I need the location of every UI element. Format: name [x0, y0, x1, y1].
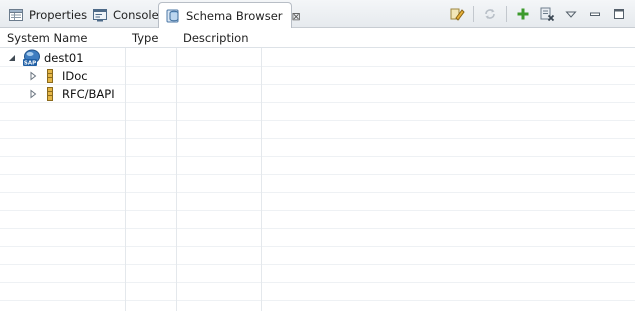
column-header-description[interactable]: Description	[176, 28, 261, 48]
grid-line	[0, 120, 635, 121]
remove-button[interactable]	[537, 4, 557, 24]
grid-line	[0, 210, 635, 211]
maximize-button[interactable]	[609, 4, 629, 24]
edit-connection-button[interactable]	[447, 4, 467, 24]
view-menu-button[interactable]	[561, 4, 581, 24]
tab-console-label: Console	[113, 8, 159, 22]
close-icon[interactable]: ⊠	[292, 11, 301, 22]
tree-label-dest01: dest01	[44, 51, 84, 65]
tab-schema-browser-label: Schema Browser	[186, 9, 283, 23]
add-icon	[517, 8, 529, 20]
tab-properties-label: Properties	[29, 8, 88, 22]
maximize-icon	[614, 9, 624, 19]
collapsed-arrow-icon[interactable]	[28, 89, 38, 99]
edit-connection-icon	[450, 8, 465, 21]
minimize-button[interactable]	[585, 4, 605, 24]
add-button[interactable]	[513, 4, 533, 24]
column-header-type[interactable]: Type	[125, 28, 176, 48]
view-menu-icon	[565, 11, 577, 18]
grid-line	[0, 192, 635, 193]
remove-icon	[540, 7, 555, 22]
view-toolbar	[447, 4, 629, 24]
minimize-icon	[590, 12, 600, 16]
properties-icon	[9, 9, 23, 21]
sap-system-icon: SAP	[23, 49, 40, 67]
view-tab-strip: Properties Console Schema Browser ⊠	[0, 0, 635, 29]
grid-line	[0, 174, 635, 175]
schema-tree-table[interactable]: System Name Type Description SAP dest01 …	[0, 28, 635, 311]
collapsed-arrow-icon[interactable]	[28, 71, 38, 81]
tree-label-idoc: IDoc	[62, 69, 88, 83]
grid-line	[0, 156, 635, 157]
grid-line	[0, 228, 635, 229]
toolbar-separator	[506, 6, 507, 22]
tab-schema-browser[interactable]: Schema Browser ⊠	[158, 2, 301, 29]
tree-row-rfc-bapi[interactable]: RFC/BAPI	[0, 85, 635, 103]
sap-badge: SAP	[24, 61, 36, 67]
toolbar-separator	[473, 6, 474, 22]
tree-row-idoc[interactable]: IDoc	[0, 67, 635, 85]
grid-line	[0, 282, 635, 283]
grid-line	[0, 138, 635, 139]
refresh-icon	[485, 9, 495, 19]
schema-browser-icon	[166, 9, 179, 23]
tab-console[interactable]: Console	[86, 3, 165, 27]
refresh-button[interactable]	[480, 4, 500, 24]
folder-node-icon	[47, 87, 53, 101]
grid-line	[0, 264, 635, 265]
tree-label-rfc-bapi: RFC/BAPI	[62, 87, 115, 101]
grid-line	[0, 246, 635, 247]
table-header: System Name Type Description	[0, 28, 635, 48]
tab-properties[interactable]: Properties	[2, 3, 93, 27]
folder-node-icon	[47, 69, 53, 83]
console-icon	[93, 9, 107, 22]
grid-line	[0, 300, 635, 301]
tree-row-dest01[interactable]: SAP dest01	[0, 49, 635, 67]
expanded-arrow-icon[interactable]	[7, 53, 17, 63]
column-header-system-name[interactable]: System Name	[0, 28, 125, 48]
